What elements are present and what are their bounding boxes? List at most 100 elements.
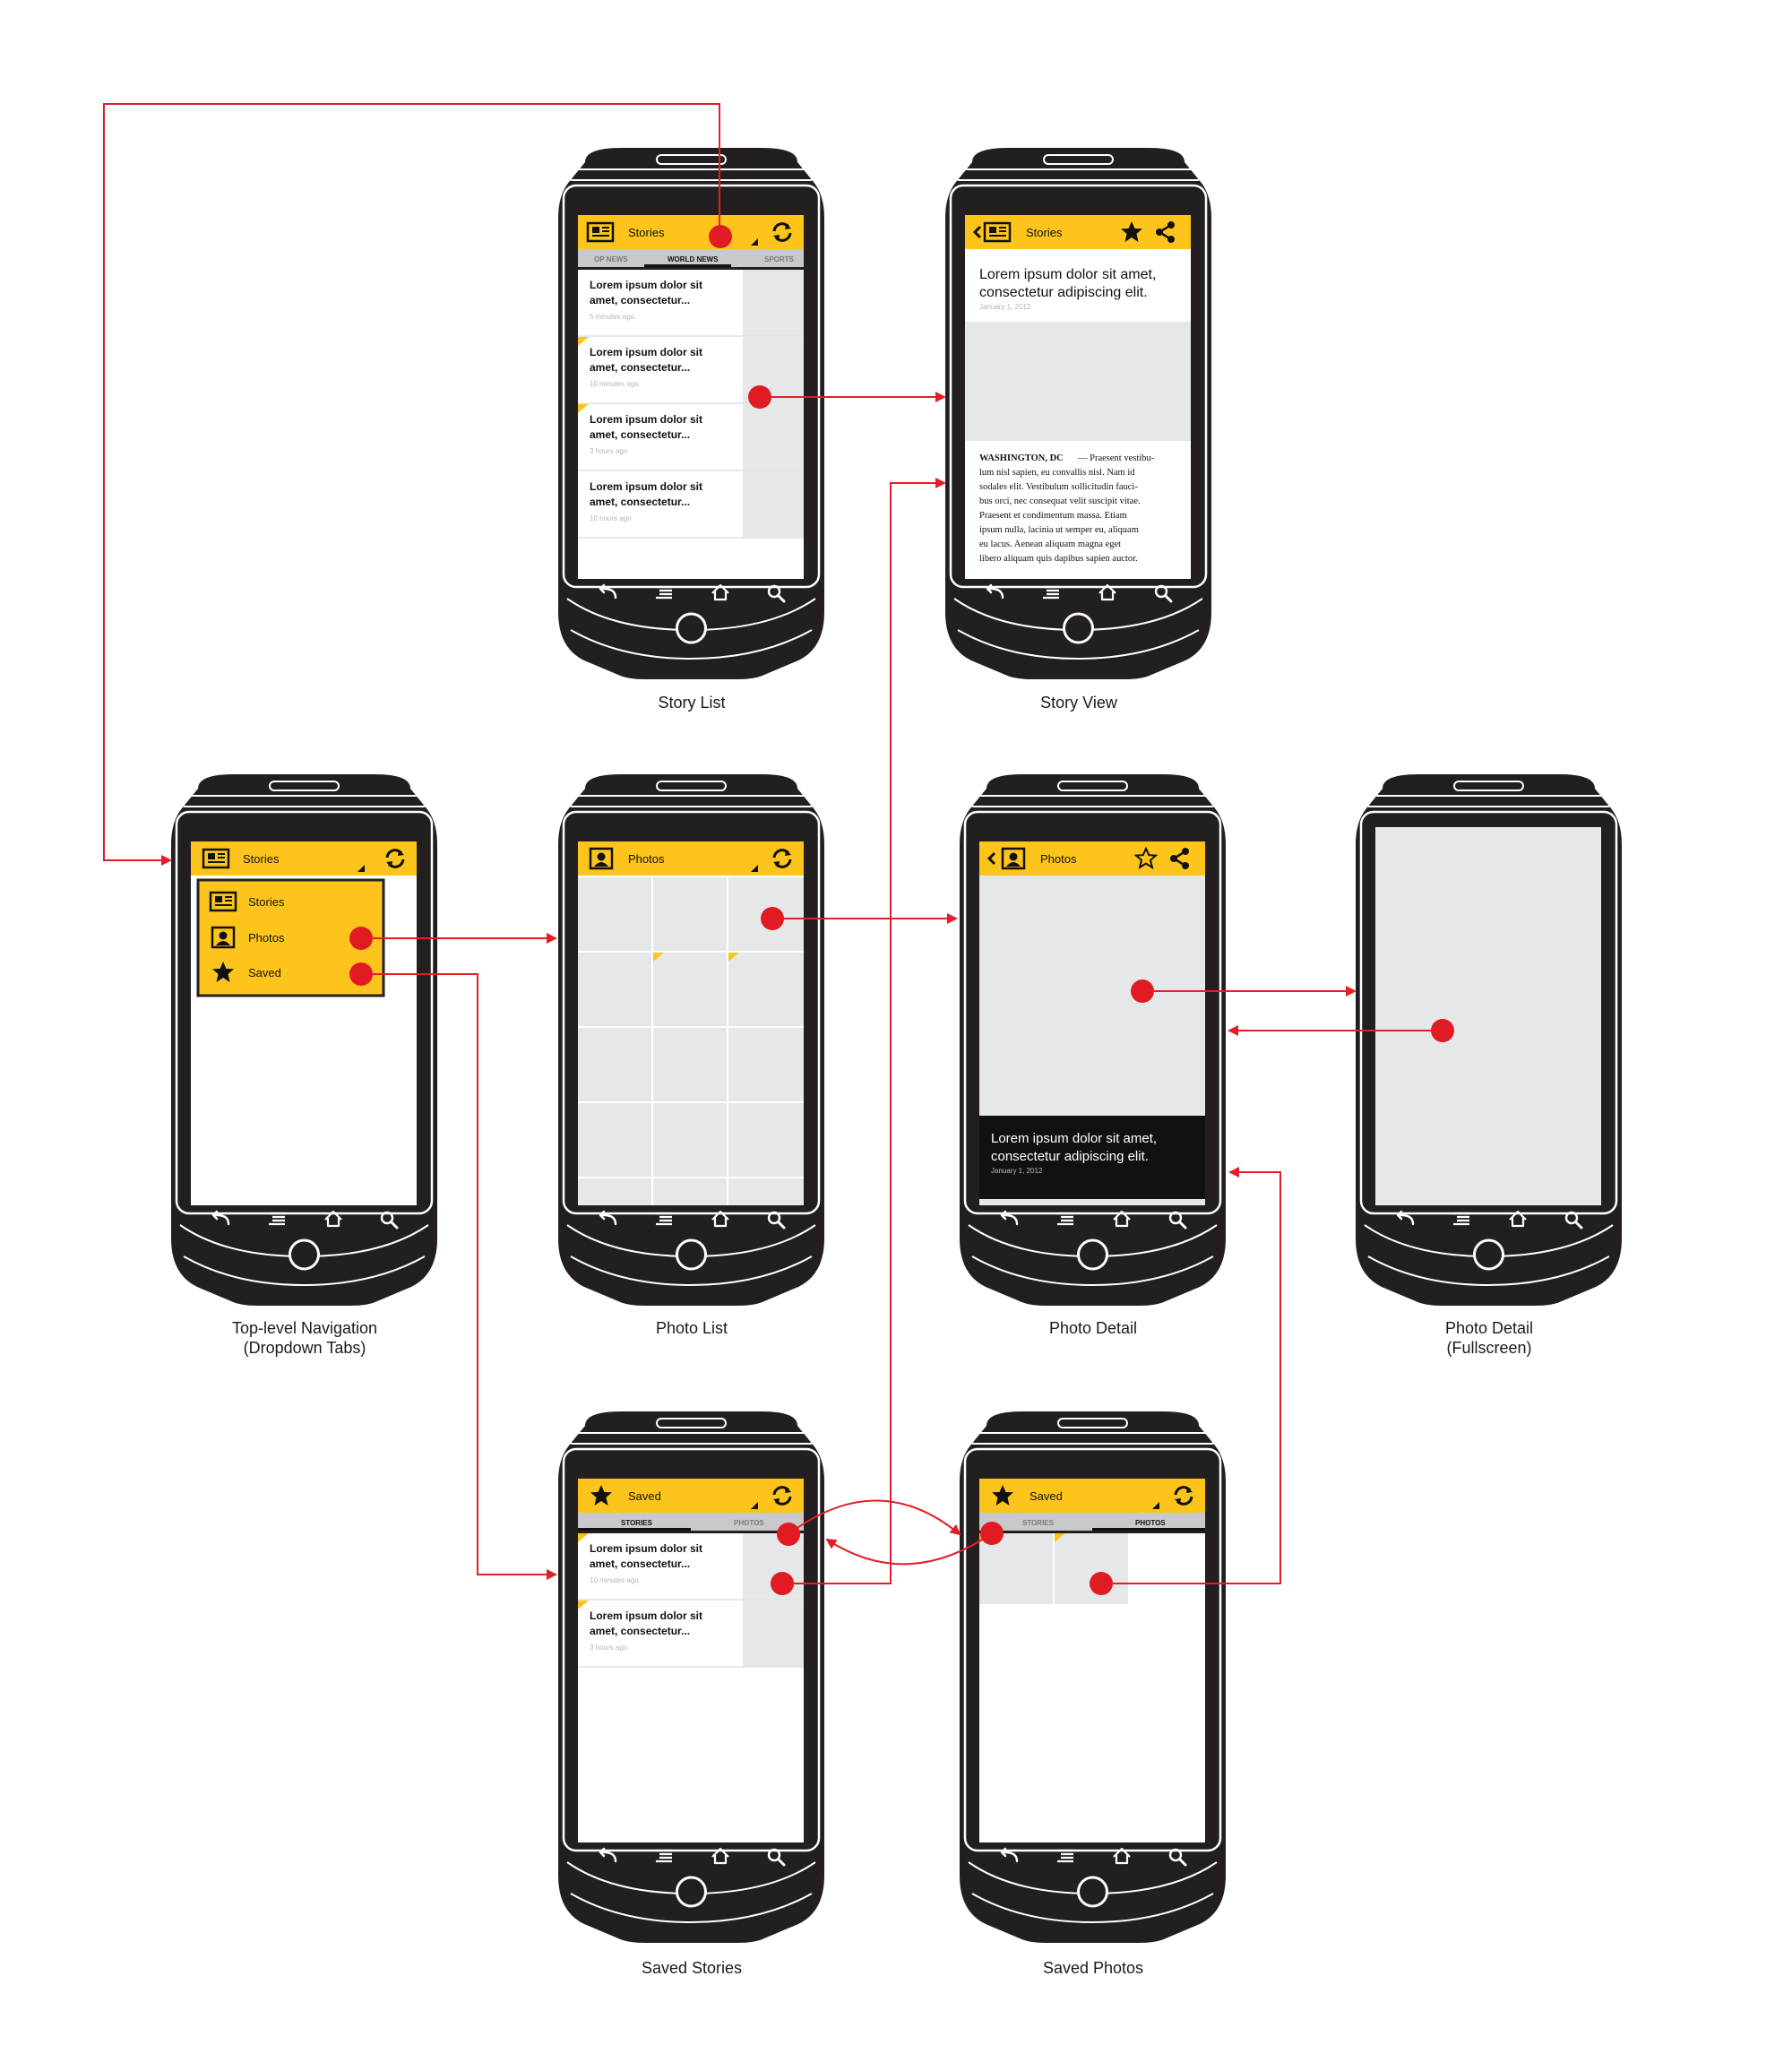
photo-thumb[interactable] [653,1103,727,1177]
hotspot-fullscreen[interactable] [1431,1019,1454,1042]
photo-thumb[interactable] [653,1028,727,1101]
story-time: 10 hours ago [590,514,632,522]
status-bar [578,1464,804,1479]
photo-thumb[interactable] [653,1178,727,1205]
story-headline: consectetur adipiscing elit. [979,285,1148,300]
story-title: Lorem ipsum dolor sit [590,346,702,358]
fullscreen-photo[interactable] [1375,827,1601,1205]
photo-thumb[interactable] [653,953,727,1026]
hotspots [349,225,1454,1595]
menu-item-label: Photos [248,931,285,945]
story-date: January 1, 2012 [979,303,1031,311]
hotspot-stories-tab[interactable] [980,1522,1004,1545]
photo-thumb[interactable] [728,1178,804,1205]
photo-thumb[interactable] [1055,1533,1128,1604]
hotspot-saved-menu[interactable] [349,962,373,986]
story-time: 10 minutes ago [590,1576,639,1584]
phone-saved-photos: Saved STORIES PHOTOS [958,1410,1228,1945]
hotspot-saved-photo[interactable] [1090,1572,1113,1595]
caption-line: Photo Detail [1444,1319,1534,1337]
body-line: bus orci, nec consequat velit suscipit v… [979,496,1141,506]
story-title: Lorem ipsum dolor sit [590,480,702,493]
header-title[interactable]: Photos [628,852,665,866]
hotspot-photos-menu[interactable] [349,927,373,950]
caption-saved-photos: Saved Photos [1042,1959,1144,1977]
phone-top-nav: Stories Stories Photos Saved [169,772,439,1307]
story-time: 3 hours ago [590,1644,628,1652]
tab-stories[interactable]: STORIES [1022,1519,1055,1527]
tab-photos[interactable]: PHOTOS [734,1519,764,1527]
header-title[interactable]: Saved [628,1489,661,1503]
phone-saved-stories: Saved STORIES PHOTOS Lorem ipsum dolor s… [556,1410,826,1945]
body-line: sodales elit. Vestibulum sollicitudin fa… [979,482,1138,492]
hotspot-photo-thumb[interactable] [761,907,784,930]
story-title: Lorem ipsum dolor sit [590,1609,702,1622]
menu-item-label: Saved [248,966,281,979]
tab-photos[interactable]: PHOTOS [1135,1519,1166,1527]
hotspot-story-item[interactable] [748,385,771,409]
phone-story-view: Stories Lorem ipsum dolor sit amet, cons… [943,146,1213,681]
story-time: 10 minutes ago [590,380,639,388]
photo-thumb[interactable] [653,877,727,951]
photo-thumb[interactable] [728,953,804,1026]
photo-thumb[interactable] [578,1103,651,1177]
story-headline: Lorem ipsum dolor sit amet, [979,267,1156,282]
header-title: Photos [1040,852,1077,866]
tab-top-news[interactable]: OP NEWS [594,255,628,263]
story-title: Lorem ipsum dolor sit [590,279,702,291]
caption-photo-list: Photo List [655,1319,728,1337]
hotspot-saved-story[interactable] [771,1572,794,1595]
tab-sports[interactable]: SPORTS [764,255,795,263]
action-bar [979,1479,1205,1513]
photo-thumb[interactable] [728,1028,804,1101]
thumbnail [743,270,804,336]
caption-story-view: Story View [1040,694,1117,712]
hotspot-photo-detail[interactable] [1131,979,1154,1003]
photo-thumb[interactable] [578,1028,651,1101]
photo-date: January 1, 2012 [991,1167,1043,1175]
caption-photo-fullscreen: Photo Detail (Fullscreen) [1355,1318,1624,1358]
phone-photo-fullscreen [1354,772,1624,1307]
photo-thumb[interactable] [728,1103,804,1177]
status-bar [979,827,1205,841]
body-line: — Praesent vestibu- [1077,453,1155,463]
header-title[interactable]: Stories [628,226,665,239]
hotspot-photos-tab[interactable] [777,1523,800,1546]
status-bar [578,201,804,215]
story-title: amet, consectetur... [590,428,690,441]
flow-diagram: Stories OP NEWS WORLD NEWS SPORTS Lorem … [103,103,1624,1945]
photo-caption: Lorem ipsum dolor sit amet, [991,1131,1157,1146]
photo-thumb[interactable] [578,1178,651,1205]
body-line: lum nisl sapien, eu convallis nisl. Nam … [979,468,1135,478]
photo-thumb[interactable] [578,877,651,951]
story-title: amet, consectetur... [590,1625,690,1637]
header-title: Stories [1026,226,1063,239]
header-title[interactable]: Saved [1030,1489,1063,1503]
thumbnail [743,404,804,470]
status-bar [965,201,1191,215]
tab-stories[interactable]: STORIES [621,1519,653,1527]
story-time: 3 hours ago [590,447,628,455]
caption-top-nav: Top-level Navigation (Dropdown Tabs) [170,1318,439,1358]
story-title: amet, consectetur... [590,496,690,508]
story-title: amet, consectetur... [590,1558,690,1570]
phone-photo-list: Photos [556,772,826,1307]
caption-line: Top-level Navigation [231,1319,378,1337]
caption-saved-stories: Saved Stories [641,1959,743,1977]
phone-story-list: Stories OP NEWS WORLD NEWS SPORTS Lorem … [556,146,826,681]
hotspot-dropdown[interactable] [709,225,732,248]
photo-thumb[interactable] [578,953,651,1026]
status-bar [578,827,804,841]
body-line: Praesent et condimentum massa. Etiam [979,511,1127,521]
dateline: WASHINGTON, DC [979,453,1064,463]
active-tab-indicator [644,264,731,267]
story-title: Lorem ipsum dolor sit [590,1542,702,1555]
story-time: 5 minutes ago [590,313,635,321]
thumbnail [743,471,804,538]
photo-caption: consectetur adipiscing elit. [991,1149,1149,1164]
active-tab-indicator [578,1528,691,1531]
status-bar [191,827,417,841]
tab-world-news[interactable]: WORLD NEWS [668,255,719,263]
header-title[interactable]: Stories [243,852,280,866]
caption-line: (Fullscreen) [1446,1339,1532,1357]
